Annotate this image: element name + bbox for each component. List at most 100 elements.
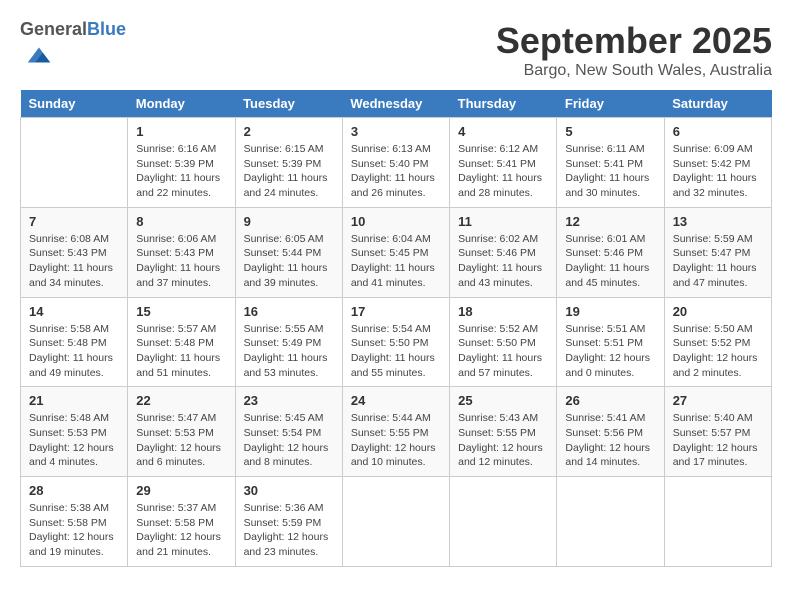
calendar-cell: 29 Sunrise: 5:37 AM Sunset: 5:58 PM Dayli… — [128, 477, 235, 567]
calendar-cell: 5Sunrise: 6:11 AM Sunset: 5:41 PM Daylig… — [557, 118, 664, 208]
location-subtitle: Bargo, New South Wales, Australia — [496, 62, 772, 80]
day-info: Sunrise: 6:16 AM Sunset: 5:39 PM Dayligh… — [136, 142, 226, 201]
calendar-cell: 8Sunrise: 6:06 AM Sunset: 5:43 PM Daylig… — [128, 207, 235, 297]
calendar-cell: 15Sunrise: 5:57 AM Sunset: 5:48 PM Dayli… — [128, 297, 235, 387]
day-number: 12 — [565, 214, 655, 229]
page-header: GeneralBlue September 2025 Bargo, New So… — [20, 20, 772, 80]
day-number: 21 — [29, 393, 119, 408]
day-number: 2 — [244, 124, 334, 139]
day-number: 27 — [673, 393, 763, 408]
day-info: Sunrise: 6:08 AM Sunset: 5:43 PM Dayligh… — [29, 232, 119, 291]
day-number: 26 — [565, 393, 655, 408]
day-number: 25 — [458, 393, 548, 408]
day-number: 10 — [351, 214, 441, 229]
day-info: Sunrise: 6:04 AM Sunset: 5:45 PM Dayligh… — [351, 232, 441, 291]
day-number: 29 — [136, 483, 226, 498]
calendar-week-3: 14 Sunrise: 5:58 AM Sunset: 5:48 PM Dayli… — [21, 297, 772, 387]
day-number: 19 — [565, 304, 655, 319]
day-info: Sunrise: 5:36 AM Sunset: 5:59 PM Dayligh… — [244, 501, 334, 560]
day-info: Sunrise: 6:01 AM Sunset: 5:46 PM Dayligh… — [565, 232, 655, 291]
calendar-cell: 26 Sunrise: 5:41 AM Sunset: 5:56 PM Dayli… — [557, 387, 664, 477]
weekday-header-saturday: Saturday — [664, 90, 771, 118]
day-number: 3 — [351, 124, 441, 139]
day-number: 1 — [136, 124, 226, 139]
weekday-header-monday: Monday — [128, 90, 235, 118]
logo-general: General — [20, 19, 87, 39]
weekday-header-sunday: Sunday — [21, 90, 128, 118]
calendar-cell: 6 Sunrise: 6:09 AM Sunset: 5:42 PM Daylig… — [664, 118, 771, 208]
day-number: 8 — [136, 214, 226, 229]
calendar-cell: 24Sunrise: 5:44 AM Sunset: 5:55 PM Dayli… — [342, 387, 449, 477]
calendar-cell: 13 Sunrise: 5:59 AM Sunset: 5:47 PM Dayli… — [664, 207, 771, 297]
logo: GeneralBlue — [20, 20, 126, 75]
day-info: Sunrise: 6:02 AM Sunset: 5:46 PM Dayligh… — [458, 232, 548, 291]
day-info: Sunrise: 5:50 AM Sunset: 5:52 PM Dayligh… — [673, 322, 763, 381]
day-number: 28 — [29, 483, 119, 498]
calendar-cell — [342, 477, 449, 567]
calendar-cell: 25Sunrise: 5:43 AM Sunset: 5:55 PM Dayli… — [450, 387, 557, 477]
day-info: Sunrise: 5:52 AM Sunset: 5:50 PM Dayligh… — [458, 322, 548, 381]
day-number: 13 — [673, 214, 763, 229]
day-number: 20 — [673, 304, 763, 319]
day-info: Sunrise: 6:05 AM Sunset: 5:44 PM Dayligh… — [244, 232, 334, 291]
calendar-cell: 7 Sunrise: 6:08 AM Sunset: 5:43 PM Daylig… — [21, 207, 128, 297]
day-info: Sunrise: 5:41 AM Sunset: 5:56 PM Dayligh… — [565, 411, 655, 470]
day-info: Sunrise: 5:40 AM Sunset: 5:57 PM Dayligh… — [673, 411, 763, 470]
calendar-cell: 21Sunrise: 5:48 AM Sunset: 5:53 PM Dayli… — [21, 387, 128, 477]
day-info: Sunrise: 5:51 AM Sunset: 5:51 PM Dayligh… — [565, 322, 655, 381]
calendar-cell: 19 Sunrise: 5:51 AM Sunset: 5:51 PM Dayli… — [557, 297, 664, 387]
calendar-cell: 28 Sunrise: 5:38 AM Sunset: 5:58 PM Dayli… — [21, 477, 128, 567]
day-number: 7 — [29, 214, 119, 229]
calendar-cell — [21, 118, 128, 208]
day-info: Sunrise: 5:54 AM Sunset: 5:50 PM Dayligh… — [351, 322, 441, 381]
calendar-cell: 27 Sunrise: 5:40 AM Sunset: 5:57 PM Dayli… — [664, 387, 771, 477]
calendar-cell: 4 Sunrise: 6:12 AM Sunset: 5:41 PM Daylig… — [450, 118, 557, 208]
day-number: 30 — [244, 483, 334, 498]
day-info: Sunrise: 6:11 AM Sunset: 5:41 PM Dayligh… — [565, 142, 655, 201]
weekday-header-friday: Friday — [557, 90, 664, 118]
day-number: 6 — [673, 124, 763, 139]
day-info: Sunrise: 5:59 AM Sunset: 5:47 PM Dayligh… — [673, 232, 763, 291]
calendar-table: SundayMondayTuesdayWednesdayThursdayFrid… — [20, 90, 772, 567]
day-number: 16 — [244, 304, 334, 319]
calendar-cell: 3 Sunrise: 6:13 AM Sunset: 5:40 PM Daylig… — [342, 118, 449, 208]
day-info: Sunrise: 5:47 AM Sunset: 5:53 PM Dayligh… — [136, 411, 226, 470]
day-info: Sunrise: 6:15 AM Sunset: 5:39 PM Dayligh… — [244, 142, 334, 201]
calendar-cell: 16 Sunrise: 5:55 AM Sunset: 5:49 PM Dayli… — [235, 297, 342, 387]
calendar-cell — [557, 477, 664, 567]
day-number: 15 — [136, 304, 226, 319]
calendar-week-5: 28 Sunrise: 5:38 AM Sunset: 5:58 PM Dayli… — [21, 477, 772, 567]
day-info: Sunrise: 5:55 AM Sunset: 5:49 PM Dayligh… — [244, 322, 334, 381]
calendar-cell: 2 Sunrise: 6:15 AM Sunset: 5:39 PM Daylig… — [235, 118, 342, 208]
day-number: 9 — [244, 214, 334, 229]
calendar-week-2: 7 Sunrise: 6:08 AM Sunset: 5:43 PM Daylig… — [21, 207, 772, 297]
day-number: 22 — [136, 393, 226, 408]
weekday-header-wednesday: Wednesday — [342, 90, 449, 118]
calendar-cell: 23Sunrise: 5:45 AM Sunset: 5:54 PM Dayli… — [235, 387, 342, 477]
calendar-cell: 30 Sunrise: 5:36 AM Sunset: 5:59 PM Dayli… — [235, 477, 342, 567]
calendar-cell: 20 Sunrise: 5:50 AM Sunset: 5:52 PM Dayli… — [664, 297, 771, 387]
month-title: September 2025 — [496, 20, 772, 62]
title-block: September 2025 Bargo, New South Wales, A… — [496, 20, 772, 80]
calendar-cell: 17 Sunrise: 5:54 AM Sunset: 5:50 PM Dayli… — [342, 297, 449, 387]
day-info: Sunrise: 6:13 AM Sunset: 5:40 PM Dayligh… — [351, 142, 441, 201]
day-number: 11 — [458, 214, 548, 229]
calendar-cell — [664, 477, 771, 567]
day-number: 18 — [458, 304, 548, 319]
calendar-cell: 11 Sunrise: 6:02 AM Sunset: 5:46 PM Dayli… — [450, 207, 557, 297]
day-info: Sunrise: 5:38 AM Sunset: 5:58 PM Dayligh… — [29, 501, 119, 560]
day-info: Sunrise: 5:37 AM Sunset: 5:58 PM Dayligh… — [136, 501, 226, 560]
logo-blue: Blue — [87, 19, 126, 39]
weekday-header-row: SundayMondayTuesdayWednesdayThursdayFrid… — [21, 90, 772, 118]
day-number: 14 — [29, 304, 119, 319]
calendar-cell: 22 Sunrise: 5:47 AM Sunset: 5:53 PM Dayli… — [128, 387, 235, 477]
day-number: 17 — [351, 304, 441, 319]
day-info: Sunrise: 5:44 AM Sunset: 5:55 PM Dayligh… — [351, 411, 441, 470]
day-number: 4 — [458, 124, 548, 139]
calendar-cell: 18 Sunrise: 5:52 AM Sunset: 5:50 PM Dayli… — [450, 297, 557, 387]
day-info: Sunrise: 5:58 AM Sunset: 5:48 PM Dayligh… — [29, 322, 119, 381]
logo-icon — [24, 40, 54, 70]
day-info: Sunrise: 6:09 AM Sunset: 5:42 PM Dayligh… — [673, 142, 763, 201]
calendar-week-1: 1 Sunrise: 6:16 AM Sunset: 5:39 PM Daylig… — [21, 118, 772, 208]
day-info: Sunrise: 6:12 AM Sunset: 5:41 PM Dayligh… — [458, 142, 548, 201]
